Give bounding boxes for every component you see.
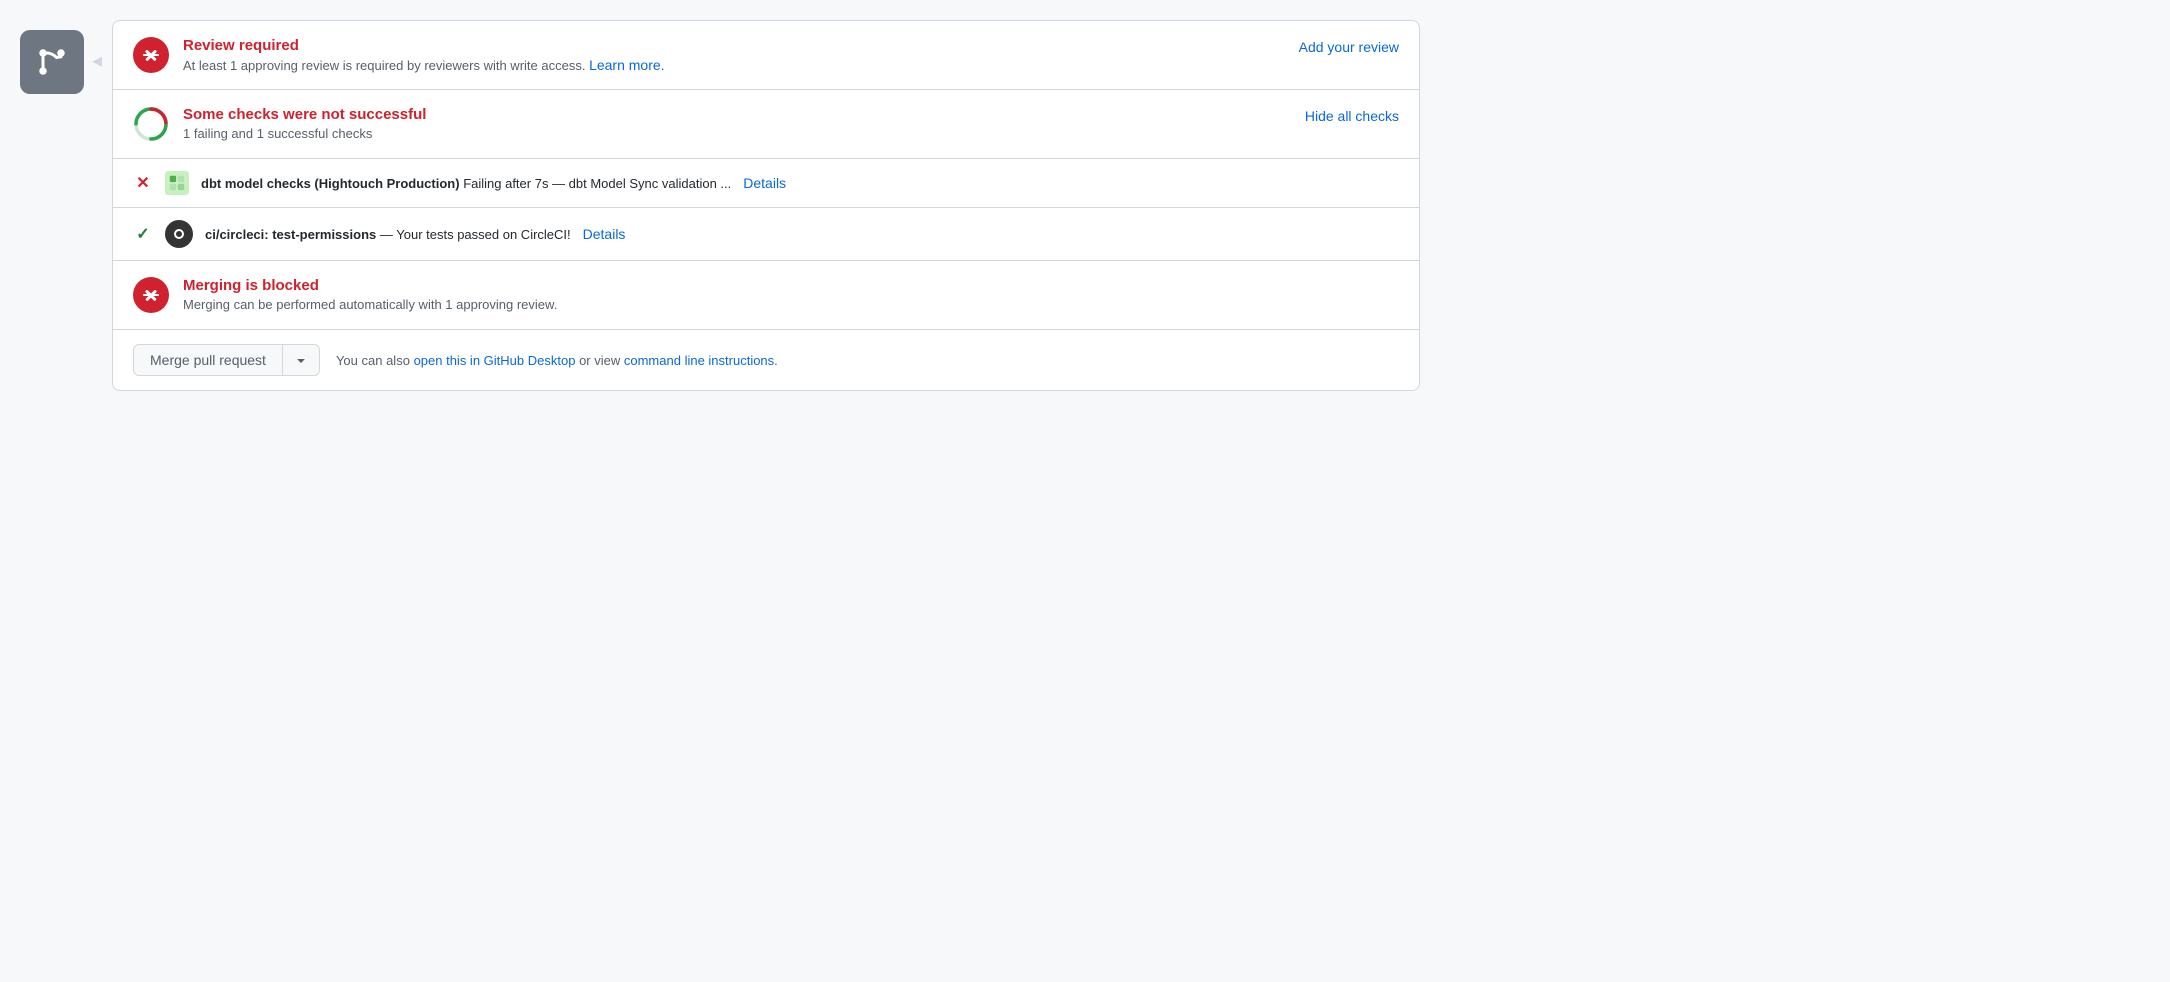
add-review-button[interactable]: Add your review: [1299, 37, 1399, 55]
check-row-circleci: ✓ ci/circleci: test-permissions — Your t…: [113, 208, 1419, 261]
dbt-check-desc: Failing after 7s — dbt Model Sync valida…: [463, 176, 731, 191]
review-required-section: Review required At least 1 approving rev…: [113, 21, 1419, 90]
circleci-check-name: ci/circleci: test-permissions: [205, 227, 376, 242]
checks-desc: 1 failing and 1 successful checks: [183, 126, 1289, 141]
merge-button-row: Merge pull request You can also open thi…: [113, 330, 1419, 390]
merging-blocked-title: Merging is blocked: [183, 277, 1399, 294]
hightouch-icon: [165, 171, 189, 195]
dbt-details-link[interactable]: Details: [743, 175, 786, 191]
chevron-down-icon: [293, 352, 309, 368]
merging-blocked-left: Merging is blocked Merging can be perfor…: [133, 277, 1399, 313]
circleci-details-link[interactable]: Details: [583, 226, 626, 242]
merge-pull-request-button[interactable]: Merge pull request: [133, 344, 282, 376]
check-row-dbt: ✕ dbt model checks (Hightouch Production…: [113, 159, 1419, 208]
circleci-check-desc: — Your tests passed on CircleCI!: [380, 227, 571, 242]
merge-btn-group: Merge pull request: [133, 344, 320, 376]
open-github-desktop-link[interactable]: open this in GitHub Desktop: [414, 353, 576, 368]
circleci-check-text: ci/circleci: test-permissions — Your tes…: [205, 227, 571, 242]
review-required-icon: [133, 37, 169, 73]
learn-more-link[interactable]: Learn more.: [589, 55, 664, 73]
arrow-indicator: ◂: [92, 20, 112, 73]
review-required-desc: At least 1 approving review is required …: [183, 57, 1283, 73]
circleci-icon: [165, 220, 193, 248]
checks-section-content: Some checks were not successful 1 failin…: [183, 106, 1289, 141]
git-icon-box: [20, 30, 84, 94]
merge-also-text: You can also open this in GitHub Desktop…: [336, 353, 778, 368]
merging-blocked-section: Merging is blocked Merging can be perfor…: [113, 261, 1419, 330]
review-required-content: Review required At least 1 approving rev…: [183, 37, 1283, 73]
checks-section: Some checks were not successful 1 failin…: [113, 90, 1419, 159]
merge-dropdown-button[interactable]: [282, 344, 320, 376]
dbt-check-name: dbt model checks (Hightouch Production): [201, 176, 460, 191]
checks-title: Some checks were not successful: [183, 106, 1289, 123]
merge-status-panel: Review required At least 1 approving rev…: [112, 20, 1420, 391]
check-pass-icon: ✓: [133, 224, 153, 244]
git-network-icon: [34, 44, 70, 80]
command-line-link[interactable]: command line instructions: [624, 353, 774, 368]
merging-blocked-desc: Merging can be performed automatically w…: [183, 297, 1399, 312]
checks-section-left: Some checks were not successful 1 failin…: [133, 106, 1289, 142]
hide-checks-button[interactable]: Hide all checks: [1305, 106, 1399, 124]
review-required-title: Review required: [183, 37, 1283, 54]
merging-blocked-content: Merging is blocked Merging can be perfor…: [183, 277, 1399, 312]
partial-circle-icon: [133, 106, 169, 142]
merging-blocked-icon: [133, 277, 169, 313]
review-required-left: Review required At least 1 approving rev…: [133, 37, 1283, 73]
check-fail-icon: ✕: [133, 173, 153, 193]
dbt-check-text: dbt model checks (Hightouch Production) …: [201, 176, 731, 191]
